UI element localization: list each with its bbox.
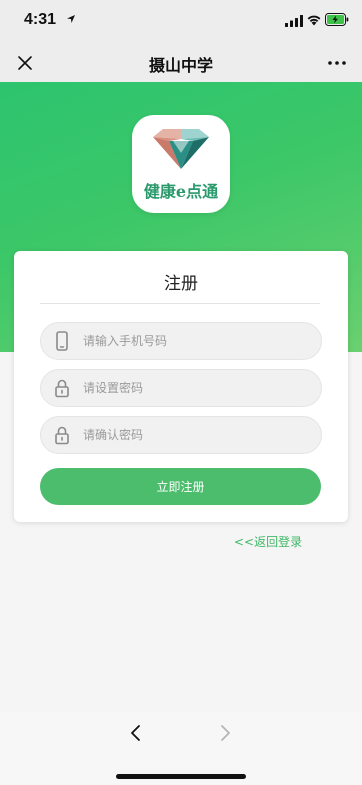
page-title: 摄山中学 <box>148 56 213 75</box>
status-time: 4:31 <box>24 11 57 28</box>
form-title: 注册 <box>164 274 198 294</box>
divider <box>40 303 320 304</box>
bottom-nav-bar <box>0 712 362 785</box>
chevron-right-icon[interactable] <box>217 724 233 742</box>
logo-text: 健康e点通 <box>143 182 219 201</box>
app-logo: 健康e点通 <box>132 115 230 213</box>
confirm-password-input[interactable] <box>83 417 303 453</box>
phone-input[interactable] <box>83 323 303 359</box>
register-button[interactable]: 立即注册 <box>40 468 321 505</box>
back-to-login-link[interactable]: <<返回登录 <box>234 533 302 550</box>
wifi-icon <box>307 15 321 26</box>
confirm-password-field[interactable] <box>40 416 322 454</box>
nav-bar: 摄山中学 <box>0 44 362 82</box>
lock-icon <box>55 379 69 398</box>
lock-icon <box>55 426 69 445</box>
phone-icon <box>56 331 68 351</box>
chevron-left-icon[interactable] <box>128 724 144 742</box>
password-field[interactable] <box>40 369 322 407</box>
phone-field[interactable] <box>40 322 322 360</box>
diamond-icon <box>153 129 209 169</box>
cellular-signal-icon <box>285 15 303 27</box>
password-input[interactable] <box>83 370 303 406</box>
home-indicator <box>116 774 246 779</box>
status-bar: 4:31 <box>0 0 362 44</box>
location-arrow-icon <box>67 15 75 23</box>
battery-charging-icon <box>325 13 349 26</box>
more-icon[interactable] <box>326 54 348 72</box>
register-card: 注册 立即注册 <box>14 251 348 522</box>
